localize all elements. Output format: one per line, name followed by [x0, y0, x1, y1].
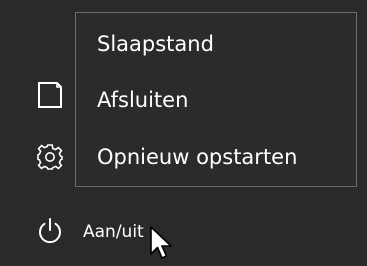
- gear-icon[interactable]: [35, 142, 65, 172]
- menu-item-restart[interactable]: Opnieuw opstarten: [76, 131, 356, 183]
- power-options-menu: Slaapstand Afsluiten Opnieuw opstarten: [75, 12, 357, 187]
- power-label[interactable]: Aan/uit: [83, 222, 144, 242]
- menu-item-sleep[interactable]: Slaapstand: [76, 18, 356, 70]
- mouse-cursor-icon: [149, 226, 175, 262]
- power-icon[interactable]: [35, 216, 65, 246]
- document-icon[interactable]: [35, 80, 65, 110]
- menu-item-shutdown[interactable]: Afsluiten: [76, 74, 356, 126]
